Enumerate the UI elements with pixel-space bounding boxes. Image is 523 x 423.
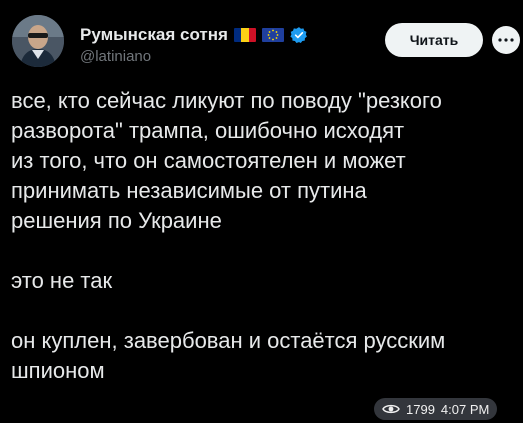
views-time-overlay: 1799 4:07 PM (374, 398, 498, 420)
tweet-line: принимать независимые от путина (11, 178, 367, 203)
user-handle[interactable]: @latiniano (80, 48, 151, 65)
tweet-text: все, кто сейчас ликуют по поводу "резког… (11, 86, 516, 386)
tweet-line: разворота" трампа, ошибочно исходят (11, 118, 405, 143)
tweet-card: Румынская сотня @latiniano Читать все, к… (0, 0, 523, 423)
verified-badge-icon[interactable] (290, 26, 308, 44)
eye-icon (382, 403, 400, 415)
avatar-photo-icon (12, 15, 64, 67)
user-avatar[interactable] (12, 15, 64, 67)
post-time: 4:07 PM (440, 401, 490, 417)
eu-flag-icon (261, 28, 284, 42)
tweet-line: он куплен, завербован и остаётся русским (11, 328, 446, 353)
tweet-line: это не так (11, 268, 113, 293)
more-dots-icon (498, 38, 514, 42)
tweet-line: шпионом (11, 358, 105, 383)
follow-button[interactable]: Читать (385, 23, 483, 57)
author-name-row[interactable]: Румынская сотня (80, 24, 308, 46)
tweet-line: из того, что он самостоятелен и может (11, 148, 406, 173)
romania-flag-icon (233, 28, 256, 42)
display-name[interactable]: Румынская сотня (80, 25, 228, 45)
tweet-line: все, кто сейчас ликуют по поводу "резког… (11, 88, 442, 113)
view-count: 1799 (406, 401, 435, 417)
tweet-line: решения по Украине (11, 208, 222, 233)
more-options-button[interactable] (492, 26, 520, 54)
